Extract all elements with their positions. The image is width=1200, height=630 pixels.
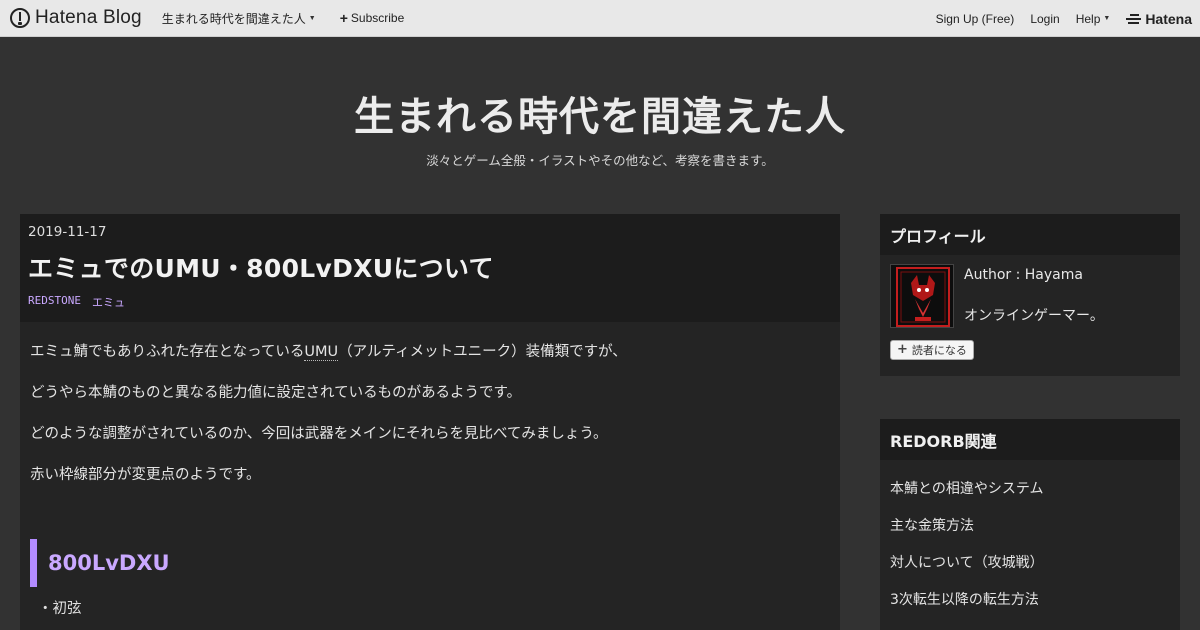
section-heading: 800LvDXU [30,539,830,587]
signup-link[interactable]: Sign Up (Free) [936,12,1015,26]
link-list: 本鯖との相違やシステム 主な金策方法 対人について（攻城戦） 3次転生以降の転生… [880,460,1180,617]
hatena-logo[interactable]: Hatena [1126,11,1192,27]
entry-categories: REDSTONE エミュ [28,294,832,310]
sidebar-link[interactable]: 3次転生以降の転生方法 [880,580,1180,617]
profile-module: プロフィール Author : Hayama オンラインゲーマー。 + 読者にな… [880,214,1180,376]
blog-description: 淡々とゲーム全般・イラストやその他など、考察を書きます。 [426,153,774,168]
follow-label: 読者になる [911,344,967,357]
paragraph: 赤い枠線部分が変更点のようです。 [30,467,261,483]
profile-title: プロフィール [880,214,1180,255]
follow-button[interactable]: + 読者になる [890,340,974,360]
author-name[interactable]: Author : Hayama [964,267,1083,283]
global-header: Hatena Blog 生まれる時代を間違えた人 ▼ + Subscribe S… [0,0,1200,37]
profile-text: オンラインゲーマー。 [964,308,1104,324]
blog-title[interactable]: 生まれる時代を間違えた人 [0,84,1200,142]
help-label: Help [1075,11,1101,26]
sidebar-link[interactable]: 本鯖との相違やシステム [880,469,1180,506]
caret-down-icon: ▼ [308,14,316,22]
keyword-link[interactable]: UMU [304,344,339,361]
brand-name: Hatena Blog [35,7,142,28]
help-menu[interactable]: Help ▼ [1076,12,1111,26]
subscribe-button[interactable]: + Subscribe [340,11,405,25]
sidebar-link[interactable]: 主な金策方法 [880,506,1180,543]
category-link[interactable]: REDSTONE [28,294,81,310]
article-header: 2019-11-17 エミュでのUMU・800LvDXUについて REDSTON… [20,214,840,322]
list-item: ・初弦 [38,601,82,617]
subscribe-label: Subscribe [350,11,405,25]
redorb-links-module: REDORB関連 本鯖との相違やシステム 主な金策方法 対人について（攻城戦） … [880,419,1180,630]
entry-date[interactable]: 2019-11-17 [28,224,832,240]
article: 2019-11-17 エミュでのUMU・800LvDXUについて REDSTON… [20,214,840,630]
paragraph: どうやら本鯖のものと異なる能力値に設定されているものがあるようです。 [30,385,522,401]
profile-body: Author : Hayama オンラインゲーマー。 + 読者になる [880,255,1180,376]
paragraph: エミュ鯖でもありふれた存在となっているUMU（アルティメットユニーク）装備類です… [30,342,830,363]
plus-icon: + [897,342,908,357]
hatena-mark-icon [1126,13,1142,24]
login-link[interactable]: Login [1030,12,1059,26]
paragraph-text: エミュ鯖でもありふれた存在となっている [30,344,305,360]
hatena-label: Hatena [1145,10,1192,27]
category-link[interactable]: エミュ [92,294,125,310]
caret-down-icon: ▼ [1103,15,1111,22]
hatena-blog-logo[interactable]: Hatena Blog [10,7,142,29]
blog-name-label: 生まれる時代を間違えた人 [161,11,306,26]
paragraph-text: （アルティメットユニーク）装備類ですが、 [338,344,627,360]
entry-content: エミュ鯖でもありふれた存在となっているUMU（アルティメットユニーク）装備類です… [20,322,840,618]
blog-name-menu[interactable]: 生まれる時代を間違えた人 ▼ [162,10,316,27]
avatar-image [891,265,953,327]
plus-icon: + [339,10,348,26]
hatena-exclamation-icon [10,8,30,28]
links-title: REDORB関連 [880,419,1180,460]
entry-title[interactable]: エミュでのUMU・800LvDXUについて [28,249,832,285]
avatar[interactable] [890,264,954,328]
sidebar-link[interactable]: 対人について（攻城戦） [880,543,1180,580]
paragraph: どのような調整がされているのか、今回は武器をメインにそれらを見比べてみましょう。 [30,426,608,442]
top-right-nav: Sign Up (Free) Login Help ▼ Hatena [936,0,1192,37]
